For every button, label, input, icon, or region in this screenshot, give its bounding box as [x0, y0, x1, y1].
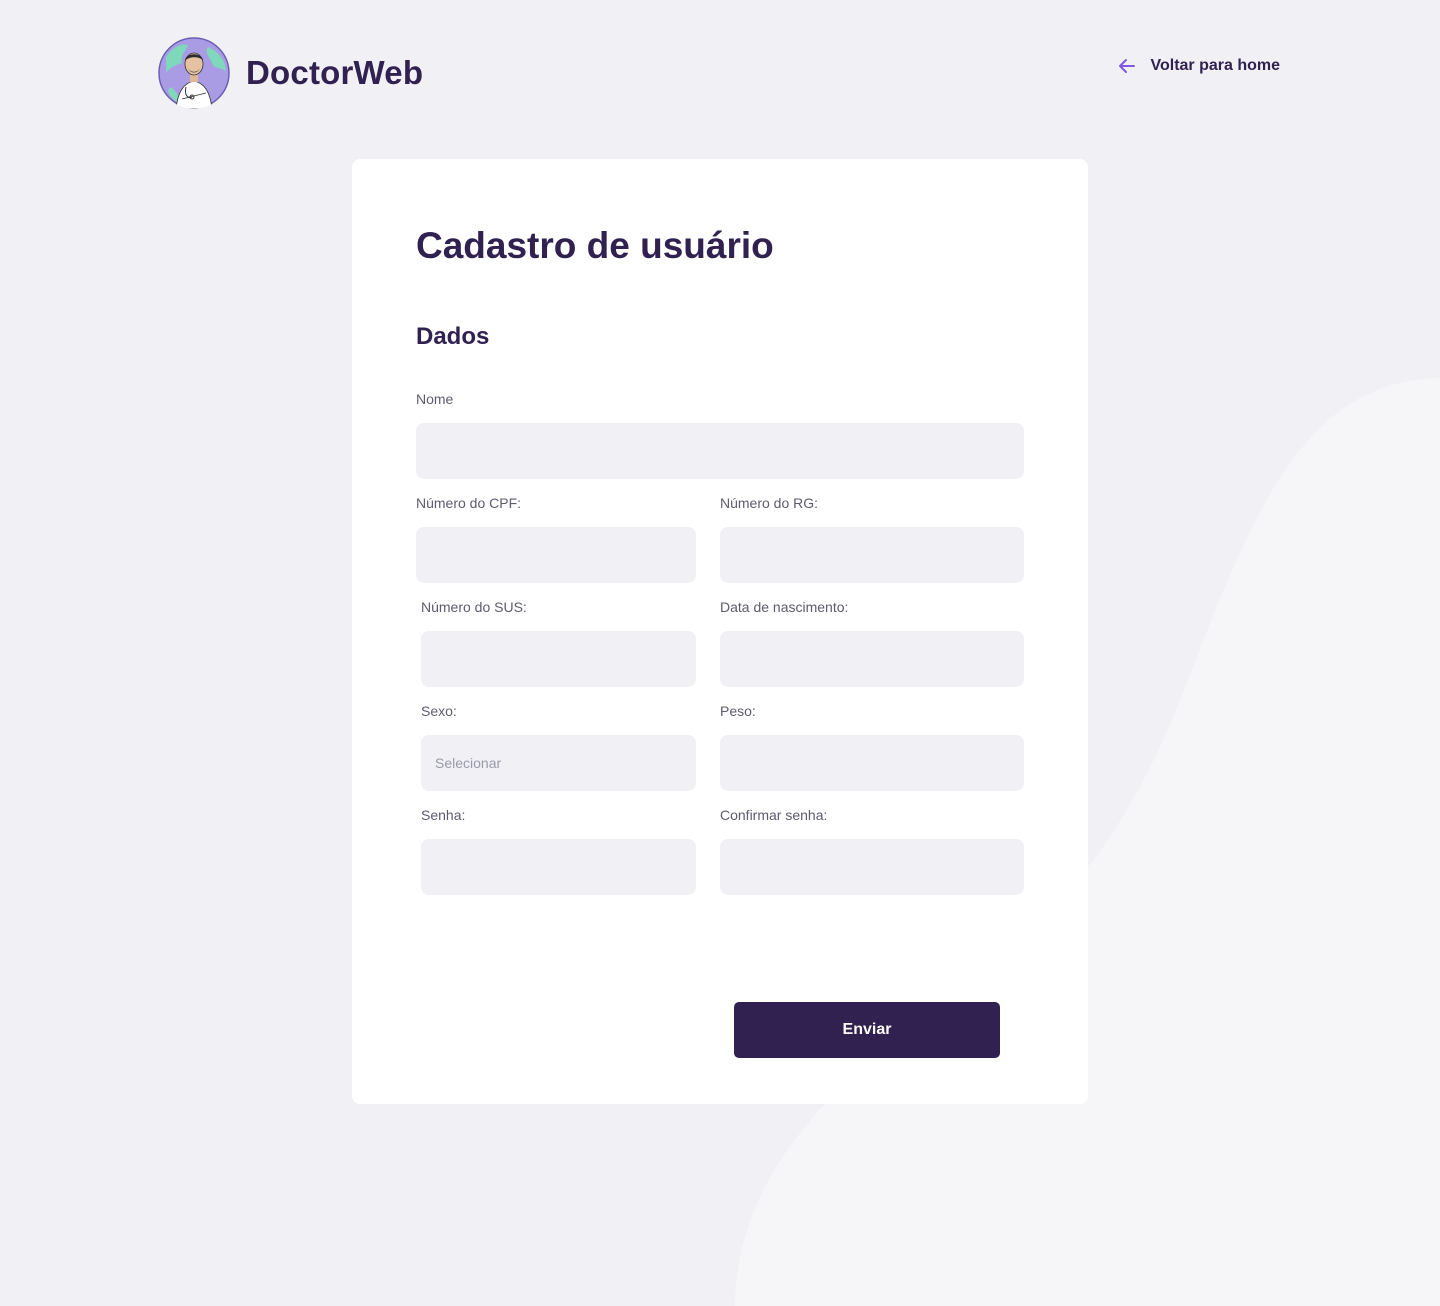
senha-input[interactable]	[421, 839, 696, 895]
confirmar-senha-input[interactable]	[720, 839, 1024, 895]
cpf-label: Número do CPF:	[416, 495, 522, 511]
nome-input[interactable]	[416, 423, 1024, 479]
field-peso: Peso:	[720, 703, 1024, 791]
page-title: Cadastro de usuário	[416, 225, 774, 266]
field-senha: Senha:	[421, 807, 696, 895]
confirmar-senha-label: Confirmar senha:	[720, 807, 828, 823]
sus-input[interactable]	[421, 631, 696, 687]
section-title: Dados	[416, 323, 490, 350]
sexo-select[interactable]: Selecionar	[421, 735, 696, 791]
nome-label: Nome	[416, 391, 454, 407]
brand[interactable]: DoctorWeb	[158, 37, 423, 109]
nascimento-label: Data de nascimento:	[720, 599, 849, 615]
back-link-label: Voltar para home	[1150, 57, 1280, 74]
field-cpf: Número do CPF:	[416, 495, 696, 583]
senha-label: Senha:	[421, 807, 466, 823]
field-nascimento: Data de nascimento:	[720, 599, 1024, 687]
cpf-input[interactable]	[416, 527, 696, 583]
rg-label: Número do RG:	[720, 495, 819, 511]
field-nome: Nome	[416, 391, 1024, 479]
arrow-left-icon	[1119, 59, 1136, 73]
doctor-logo-icon	[158, 37, 230, 109]
registration-card: Cadastro de usuário Dados Nome Número do…	[352, 159, 1088, 1104]
field-rg: Número do RG:	[720, 495, 1024, 583]
back-to-home-link[interactable]: Voltar para home	[1118, 57, 1280, 75]
field-confirmar-senha: Confirmar senha:	[720, 807, 1024, 895]
sus-label: Número do SUS:	[421, 599, 527, 615]
brand-name: DoctorWeb	[246, 54, 424, 91]
submit-button[interactable]: Enviar	[734, 1002, 1000, 1058]
rg-input[interactable]	[720, 527, 1024, 583]
sexo-select-placeholder: Selecionar	[435, 755, 502, 771]
field-sus: Número do SUS:	[421, 599, 696, 687]
birthdate-input[interactable]	[720, 631, 1024, 687]
peso-input[interactable]	[720, 735, 1024, 791]
peso-label: Peso:	[720, 703, 756, 719]
top-bar: DoctorWeb Voltar para home	[158, 37, 1280, 109]
sexo-label: Sexo:	[421, 703, 457, 719]
field-sexo: Sexo: Selecionar	[421, 703, 696, 791]
